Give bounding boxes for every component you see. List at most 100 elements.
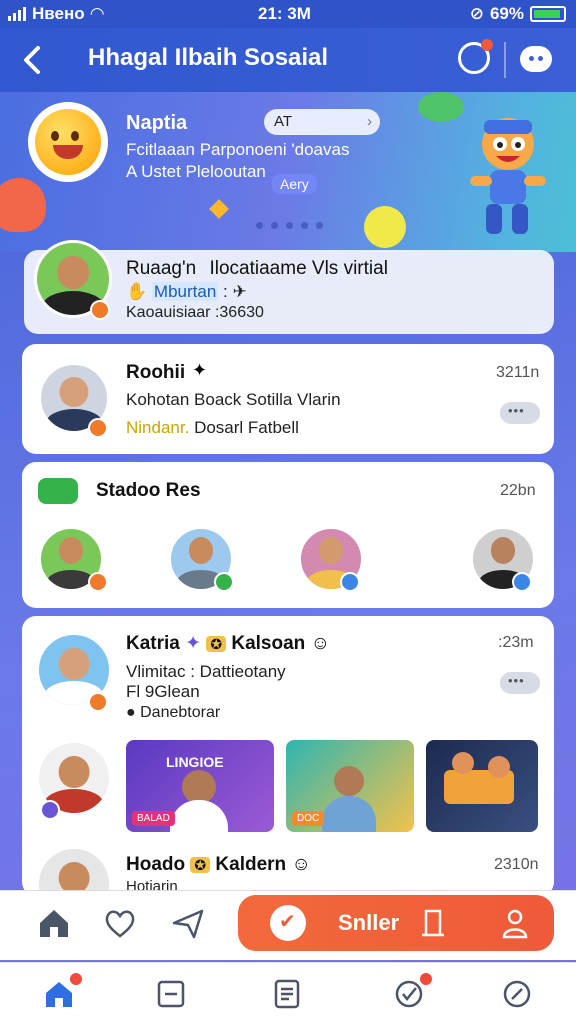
- timestamp: 22bn: [500, 482, 536, 499]
- clock: 21: 3M: [258, 4, 311, 23]
- timestamp: 2310n: [494, 856, 539, 873]
- post-text: Kohotan Boack Sotilla Vlarin: [126, 390, 341, 409]
- card-title: Ruaag'n Ilocatiaame Vls virtial: [126, 258, 388, 280]
- highlight-tag[interactable]: Mburtan: [151, 282, 219, 301]
- primary-action-button[interactable]: Snller: [238, 895, 554, 951]
- more-options-button[interactable]: [500, 672, 540, 694]
- hero-tag[interactable]: Aery: [272, 174, 317, 194]
- check-icon: [270, 905, 306, 941]
- bottom-tab-bar: [0, 962, 576, 1024]
- more-options-button[interactable]: [500, 402, 540, 424]
- share-icon[interactable]: [170, 905, 206, 941]
- smiley-icon: [364, 206, 406, 248]
- notifications-button[interactable]: [458, 39, 493, 74]
- notification-dot: [70, 973, 82, 985]
- chevron-left-icon: [24, 46, 40, 74]
- user-name: Ruaag'n: [126, 258, 197, 279]
- battery-percent: 69%: [489, 4, 524, 23]
- profile-icon: [502, 909, 528, 939]
- user-name-secondary: Kaldern: [215, 854, 287, 875]
- status-right: ⊘ 69%: [470, 4, 566, 24]
- tab-documents[interactable]: [272, 979, 302, 1009]
- post-subtext: Fl 9Glean: [126, 682, 200, 701]
- notification-dot: [420, 973, 432, 985]
- post-text: Vlimitac : Dattieotany: [126, 662, 286, 681]
- small-avatar-icon: ●: [126, 704, 136, 721]
- plane-icon: : ✈: [223, 282, 247, 301]
- tab-home[interactable]: [44, 973, 82, 1009]
- diamond-icon: [209, 199, 229, 219]
- post-author: ● Danebtorar: [126, 704, 220, 722]
- calendar-icon: [157, 980, 185, 1008]
- sparkle-icon: ✦: [185, 633, 202, 654]
- balloon-icon: [418, 92, 464, 122]
- feed-post-card[interactable]: Katria ✦ ✪ Kalsoan ☺ :23m Vlimitac : Dat…: [22, 616, 554, 922]
- section-title: Stadoo Res: [96, 480, 201, 501]
- tab-activity[interactable]: [394, 973, 432, 1009]
- story-badge-icon: [88, 572, 108, 592]
- check-circle-icon: [395, 980, 423, 1008]
- hero-banner[interactable]: Naptia AT › Fcitlaaan Parponoeni 'doavas …: [0, 92, 576, 252]
- hero-caption: A Ustet Plelooutan: [126, 162, 266, 181]
- signal-icon: [8, 7, 26, 21]
- media-thumbnail[interactable]: [426, 740, 538, 832]
- compass-icon: [503, 980, 531, 1008]
- emoji-icon: ☺: [310, 633, 330, 654]
- wifi-icon: ◠: [90, 4, 104, 23]
- emoji-face-icon: [35, 109, 101, 175]
- stories-icon: [38, 478, 78, 504]
- hero-chip[interactable]: AT ›: [264, 109, 380, 135]
- card-line3: Kaoauisiaar :36630: [126, 304, 264, 321]
- card-line2: ✋ Mburtan : ✈: [126, 282, 247, 302]
- story-badge-icon: [214, 572, 234, 592]
- home-icon[interactable]: [36, 905, 72, 941]
- timestamp: :23m: [498, 634, 534, 651]
- header-divider: [504, 42, 506, 78]
- carrier-label: Hвено: [32, 4, 85, 23]
- carousel-dots[interactable]: [256, 222, 323, 229]
- hero-avatar[interactable]: [28, 102, 108, 182]
- meta-text: Dosarl Fatbell: [194, 418, 299, 437]
- heart-icon[interactable]: [102, 905, 138, 941]
- story-badge-icon: [340, 572, 360, 592]
- page-title: Hhagal Ilbaih Sosaial: [88, 44, 329, 71]
- post-card[interactable]: Roohii ✦ 3211n Kohotan Boack Sotilla Vla…: [22, 344, 554, 454]
- home-icon: [46, 982, 72, 1007]
- hot-air-balloon-icon: [0, 178, 46, 232]
- hand-icon: ✋: [126, 282, 148, 301]
- hero-subtitle: Fcitlaaan Parponoeni 'doavas: [126, 140, 350, 159]
- post-header: Katria ✦ ✪ Kalsoan ☺: [126, 632, 330, 655]
- post-header: Hoado ✪ Kaldern ☺: [126, 854, 311, 876]
- thumb-title: LINGIOE: [166, 754, 224, 770]
- back-button[interactable]: [18, 42, 50, 78]
- thumb-label: DOC: [292, 811, 325, 826]
- person-icon: [422, 909, 444, 937]
- battery-icon: [530, 6, 566, 22]
- emoji-icon: ☺: [291, 854, 311, 875]
- timestamp: 3211n: [496, 364, 540, 381]
- hero-name: Naptia: [126, 112, 188, 134]
- user-name: Hoado: [126, 854, 186, 875]
- user-name-secondary: Kalsoan: [231, 633, 306, 654]
- primary-action-label: Snller: [338, 910, 400, 935]
- verified-badge-icon: [88, 418, 108, 438]
- media-thumbnail[interactable]: LINGIOE BALAD: [126, 740, 274, 832]
- user-name: Roohii: [126, 362, 186, 383]
- sparkle-icon: ✦: [192, 360, 208, 380]
- document-icon: [274, 979, 300, 1009]
- tab-calendar[interactable]: [156, 979, 186, 1009]
- chat-button[interactable]: [520, 46, 552, 72]
- mascot-illustration: [470, 118, 546, 234]
- level-badge-icon: ✪: [190, 857, 211, 873]
- user-name: Katria: [126, 633, 180, 654]
- stories-card[interactable]: Stadoo Res 22bn: [22, 462, 554, 608]
- tab-explore[interactable]: [502, 979, 532, 1009]
- chevron-right-icon: ›: [367, 113, 372, 130]
- action-bar: Snller: [0, 890, 576, 960]
- verified-badge-icon: [90, 300, 110, 320]
- story-badge-icon: [512, 572, 532, 592]
- badge-icon: [40, 800, 60, 820]
- media-thumbnail[interactable]: DOC: [286, 740, 414, 832]
- featured-card[interactable]: Ruaag'n Ilocatiaame Vls virtial ✋ Mburta…: [24, 240, 554, 334]
- notification-dot: [481, 39, 493, 51]
